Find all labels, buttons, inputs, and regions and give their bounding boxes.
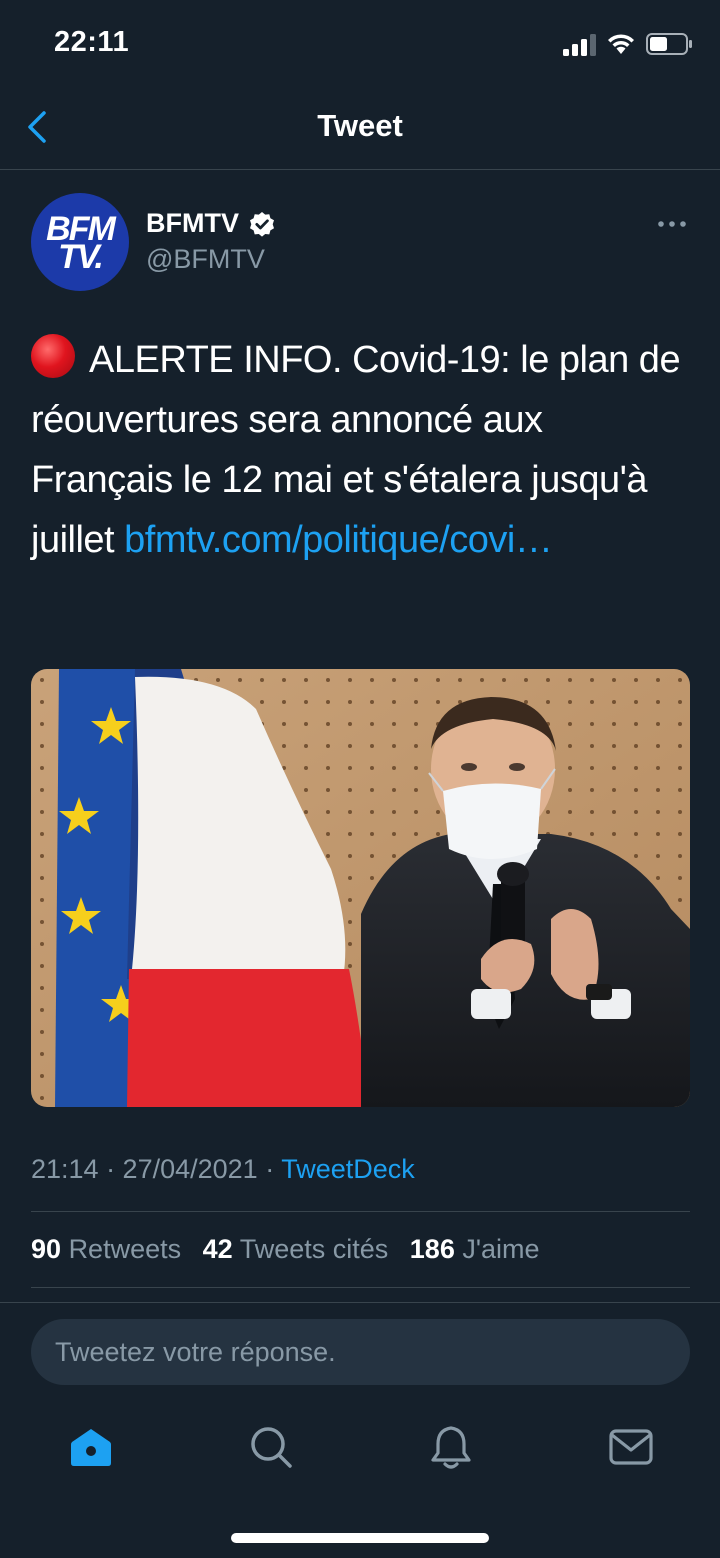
page-title: Tweet	[317, 108, 403, 143]
tweet-timestamp: 21:14 · 27/04/2021	[31, 1154, 258, 1184]
tweet-source-link[interactable]: TweetDeck	[281, 1154, 415, 1184]
messages-icon[interactable]	[606, 1422, 656, 1472]
status-time: 22:11	[54, 26, 130, 58]
battery-icon	[646, 33, 692, 55]
avatar[interactable]: BFM TV.	[31, 193, 129, 291]
tweet-media-image[interactable]	[31, 669, 690, 1107]
home-icon[interactable]	[66, 1422, 116, 1472]
home-indicator	[231, 1533, 489, 1543]
tweet-stats: 90 Retweets 42 Tweets cités 186 J'aime	[31, 1234, 554, 1265]
tweet-link[interactable]: bfmtv.com/politique/covi…	[124, 519, 553, 561]
wifi-icon	[608, 34, 634, 54]
quote-tweets-stat[interactable]: 42 Tweets cités	[203, 1234, 389, 1264]
retweets-label: Retweets	[68, 1234, 182, 1264]
likes-label: J'aime	[462, 1234, 540, 1264]
likes-count: 186	[409, 1234, 455, 1264]
reply-input[interactable]	[31, 1319, 690, 1385]
meta-separator: ·	[257, 1154, 282, 1184]
red-circle-emoji-icon	[31, 334, 75, 378]
tweet-text: ALERTE INFO. Covid-19: le plan de réouve…	[31, 330, 691, 570]
search-icon[interactable]	[246, 1422, 296, 1472]
author-username[interactable]: @BFMTV	[146, 244, 265, 275]
retweets-count: 90	[31, 1234, 62, 1264]
likes-stat[interactable]: 186 J'aime	[410, 1234, 540, 1264]
retweets-stat[interactable]: 90 Retweets	[31, 1234, 181, 1264]
verified-badge-icon	[250, 212, 274, 237]
notifications-icon[interactable]	[426, 1422, 476, 1472]
tweet-meta: 21:14 · 27/04/2021 · TweetDeck	[31, 1154, 415, 1185]
status-bar: 22:11	[0, 0, 720, 90]
more-options-icon[interactable]	[656, 214, 688, 234]
author-display-name[interactable]: BFMTV	[146, 208, 239, 239]
nav-header: Tweet	[0, 90, 720, 170]
cellular-signal-icon	[563, 34, 596, 56]
photo-illustration	[31, 669, 690, 1107]
avatar-logo-text: TV.	[58, 238, 104, 276]
quotes-count: 42	[202, 1234, 233, 1264]
quotes-label: Tweets cités	[239, 1234, 389, 1264]
divider	[31, 1287, 690, 1288]
divider	[31, 1211, 690, 1212]
